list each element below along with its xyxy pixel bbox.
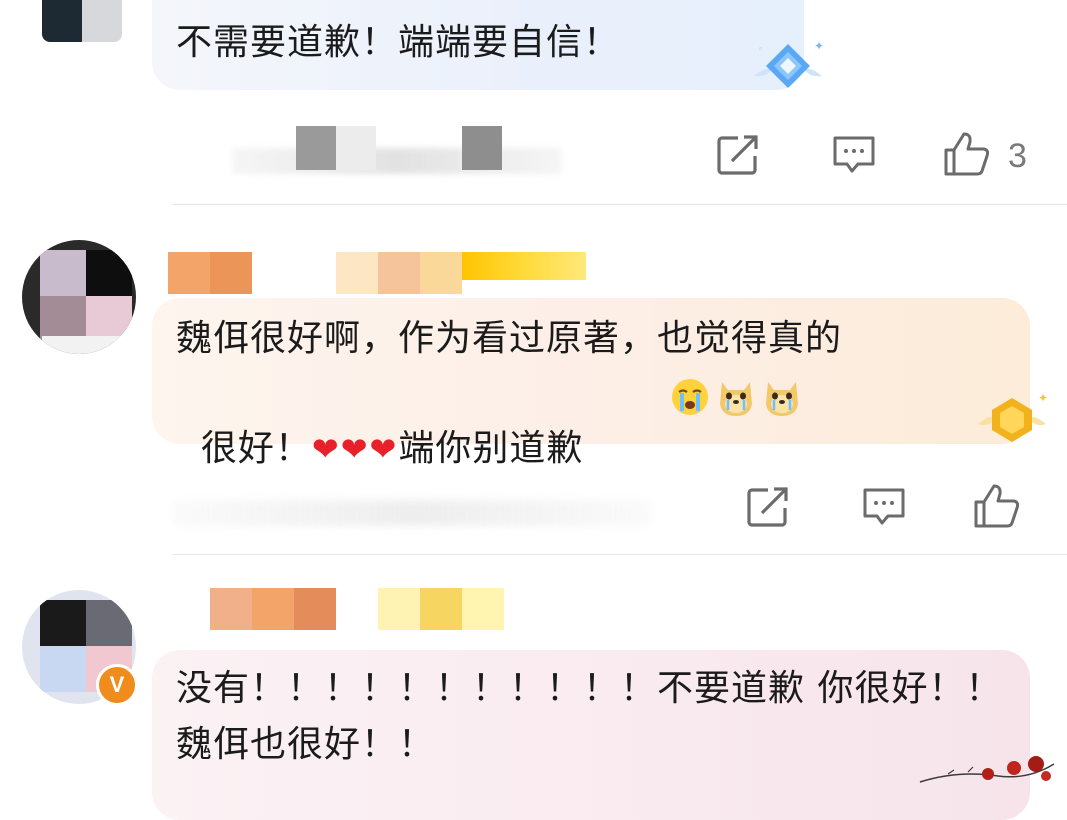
svg-text:◦: ◦ [758,45,763,55]
comment-text-line1: 魏佴很好啊，作为看过原著，也觉得真的 [176,318,843,359]
comment-text-segment: 很好！ [200,428,312,469]
username-blurred [462,588,504,630]
share-icon[interactable] [716,134,762,176]
username-blurred[interactable] [210,252,252,294]
comment-text-line1: 没有！！！！！！！！！！！不要道歉 你很好！！ [176,668,1003,709]
username-blurred [420,252,462,294]
thumbs-up-icon[interactable] [972,482,1022,530]
comment-text: 不需要道歉！端端要自信！ [176,22,621,63]
divider [172,204,1067,205]
username-blurred [462,252,586,280]
username-blurred [420,588,462,630]
divider [172,554,1067,555]
blurred-meta [462,126,502,170]
share-icon[interactable] [746,486,792,528]
comment-text-line2: 很好！❤❤❤端你别道歉 [176,368,583,476]
username-blurred [336,252,378,294]
like-count: 3 [1008,137,1027,175]
svg-text:✦: ✦ [1038,391,1048,405]
avatar[interactable] [22,240,136,354]
avatar[interactable] [42,0,122,42]
comment-text-segment: 端你别道歉 [398,428,584,469]
verified-badge: V [96,664,138,706]
heart-emoji: ❤❤❤ [311,430,399,468]
crying-dog-icon [720,382,752,416]
blurred-meta [336,126,376,170]
crying-dog-icon [766,382,798,416]
username-blurred[interactable] [210,588,252,630]
diamond-badge-icon: ✦ ◦ [754,39,824,88]
thumbs-up-icon[interactable] [942,130,992,178]
comment-icon[interactable] [831,134,877,176]
blurred-meta [172,500,652,526]
crying-face-icon [672,379,708,415]
comment-text-line2: 魏佴也很好！！ [176,724,436,765]
username-blurred [378,252,420,294]
username-blurred[interactable] [252,588,294,630]
comment-icon[interactable] [861,486,907,528]
svg-text:✦: ✦ [814,39,824,53]
blurred-meta [296,126,336,170]
gold-badge-icon: ✦ [978,391,1048,442]
username-blurred [378,588,420,630]
username-blurred[interactable] [294,588,336,630]
username-blurred[interactable] [168,252,210,294]
blurred-meta [232,148,562,174]
rose-decoration-icon [919,756,1055,783]
